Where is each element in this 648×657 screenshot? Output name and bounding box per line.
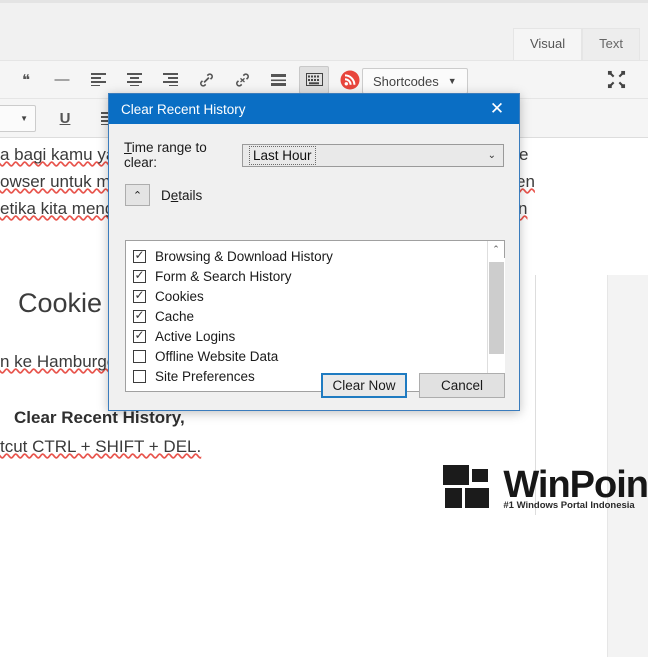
content-line-4: n ke Hamburge <box>0 352 117 371</box>
details-row: ⌃ Details <box>109 170 519 206</box>
rss-glyph <box>340 70 360 89</box>
align-right-icon[interactable] <box>155 66 185 94</box>
editor-topbar <box>0 0 648 28</box>
cancel-button[interactable]: Cancel <box>419 373 505 398</box>
checkbox-cache[interactable] <box>133 309 146 323</box>
tab-visual[interactable]: Visual <box>512 28 583 60</box>
listbox-scrollbar[interactable]: ⌃ ⌄ <box>487 241 505 391</box>
list-item[interactable]: Form & Search History <box>133 266 487 286</box>
time-range-accelerator: T <box>124 140 132 155</box>
list-item-label: Active Logins <box>155 328 236 344</box>
keyboard-glyph <box>305 73 323 86</box>
time-range-label-rest: ime range to clear: <box>124 140 207 170</box>
read-more-icon[interactable] <box>263 66 293 94</box>
align-center-glyph <box>126 73 142 86</box>
winpoin-brand: WinPoin <box>503 464 648 506</box>
chevron-down-icon: ⌄ <box>487 149 496 161</box>
scrollbar-thumb[interactable] <box>488 262 504 354</box>
horizontal-rule-icon[interactable]: — <box>47 66 77 94</box>
shortcodes-dropdown[interactable]: Shortcodes ▼ <box>362 68 468 94</box>
more-glyph <box>270 73 286 86</box>
content-line-3: etika kita meng <box>0 199 115 218</box>
content-line-2: owser untuk me <box>0 172 120 191</box>
unlink-glyph <box>235 72 249 87</box>
align-left-icon[interactable] <box>83 66 113 94</box>
time-range-row: Time range to clear: Last Hour ⌄ <box>109 124 519 170</box>
dialog-title-bar: Clear Recent History ✕ <box>109 94 519 124</box>
fullscreen-icon <box>607 70 626 89</box>
dialog-actions: Clear Now Cancel <box>321 373 505 398</box>
checkbox-browsing-download-history[interactable] <box>133 249 146 263</box>
content-line-1: a bagi kamu ya <box>0 145 116 164</box>
keyboard-shortcuts-icon[interactable] <box>299 65 329 94</box>
align-center-icon[interactable] <box>119 66 149 94</box>
list-item[interactable]: Cookies <box>133 286 487 306</box>
list-item-label: Cache <box>155 308 195 324</box>
details-label: Details <box>161 187 203 203</box>
checkbox-form-search-history[interactable] <box>133 269 146 283</box>
link-glyph <box>199 72 213 87</box>
list-item[interactable]: Offline Website Data <box>133 346 487 366</box>
fullscreen-button[interactable] <box>607 70 626 94</box>
align-left-glyph <box>90 73 106 86</box>
shortcodes-label: Shortcodes <box>373 73 439 89</box>
chevron-down-icon: ▼ <box>20 113 28 123</box>
remove-link-icon[interactable] <box>227 66 257 94</box>
list-item-label: Offline Website Data <box>155 348 279 364</box>
checkbox-active-logins[interactable] <box>133 329 146 343</box>
align-right-glyph <box>162 73 178 86</box>
insert-link-icon[interactable] <box>191 66 221 94</box>
winpoin-tagline: #1 Windows Portal Indonesia <box>503 500 635 511</box>
time-range-value: Last Hour <box>249 145 316 165</box>
winpoin-logo-icon <box>441 463 499 511</box>
editor-mode-tabs: Visual Text <box>512 28 640 60</box>
list-item-label: Site Preferences <box>155 368 255 384</box>
clear-now-button[interactable]: Clear Now <box>321 373 407 398</box>
content-last-line: tcut CTRL + SHIFT + DEL. <box>0 437 202 456</box>
scrollbar-track[interactable] <box>487 258 505 374</box>
checkbox-site-preferences[interactable] <box>133 369 146 383</box>
rss-feed-icon[interactable] <box>335 66 365 94</box>
winpoin-watermark: WinPoin #1 Windows Portal Indonesia <box>441 463 648 511</box>
tab-text[interactable]: Text <box>582 28 640 60</box>
time-range-label: Time range to clear: <box>124 140 242 170</box>
checkbox-offline-website-data[interactable] <box>133 349 146 363</box>
list-item[interactable]: Active Logins <box>133 326 487 346</box>
blockquote-icon[interactable]: ❝ <box>11 66 41 94</box>
dialog-title: Clear Recent History <box>121 101 246 117</box>
dialog-body: Time range to clear: Last Hour ⌄ ⌃ Detai… <box>109 124 519 412</box>
list-item[interactable]: Cache <box>133 306 487 326</box>
details-accelerator: e <box>170 187 179 203</box>
format-select[interactable]: n ▼ <box>0 104 36 132</box>
time-range-select[interactable]: Last Hour ⌄ <box>242 143 504 167</box>
list-item-label: Browsing & Download History <box>155 248 333 264</box>
details-listbox[interactable]: Browsing & Download History Form & Searc… <box>125 240 505 392</box>
clear-recent-history-dialog: Clear Recent History ✕ Time range to cle… <box>108 93 520 411</box>
chevron-down-icon: ▼ <box>447 76 457 86</box>
list-item-label: Form & Search History <box>155 268 292 284</box>
details-item-list: Browsing & Download History Form & Searc… <box>126 241 487 391</box>
underline-icon[interactable]: U <box>50 104 80 132</box>
list-item-label: Cookies <box>155 288 204 304</box>
content-line-1-right: e <box>519 145 529 164</box>
scroll-up-icon[interactable]: ⌃ <box>488 241 505 258</box>
close-icon[interactable]: ✕ <box>475 94 519 124</box>
topbar-divider <box>0 0 648 3</box>
list-item[interactable]: Browsing & Download History <box>133 246 487 266</box>
checkbox-cookies[interactable] <box>133 289 146 303</box>
details-toggle-button[interactable]: ⌃ <box>125 184 150 206</box>
